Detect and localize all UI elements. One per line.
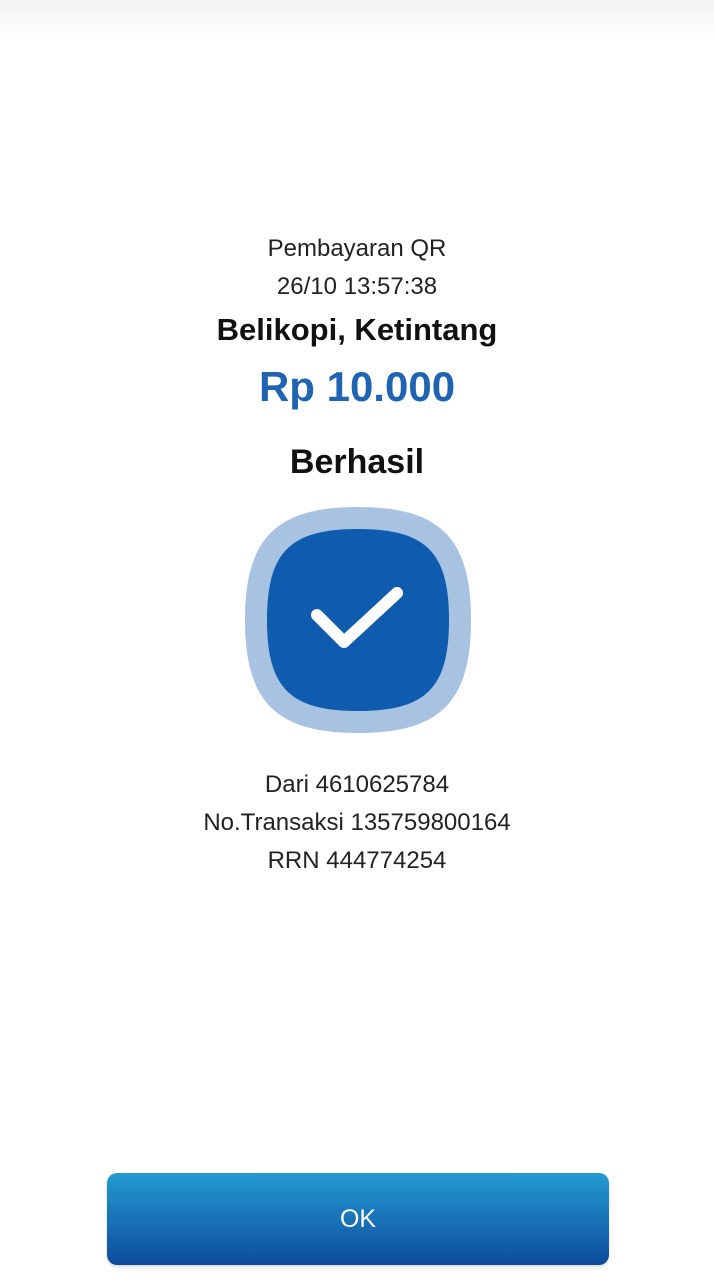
payment-amount: Rp 10.000: [258, 363, 456, 410]
from-account-number: Dari 4610625784: [264, 771, 450, 798]
payment-type-label: Pembayaran QR: [267, 235, 447, 262]
rrn-number: RRN 444774254: [267, 847, 447, 874]
ok-button[interactable]: OK: [107, 1173, 609, 1265]
transaction-datetime: 26/10 13:57:38: [276, 273, 438, 300]
status-label: Berhasil: [289, 443, 425, 481]
status-bar-area: [0, 0, 714, 40]
merchant-name: Belikopi, Ketintang: [216, 312, 498, 347]
checkmark-icon: [245, 507, 471, 733]
checkmark-icon-inner-shape: [267, 529, 449, 711]
transaction-number: No.Transaksi 135759800164: [203, 809, 511, 836]
